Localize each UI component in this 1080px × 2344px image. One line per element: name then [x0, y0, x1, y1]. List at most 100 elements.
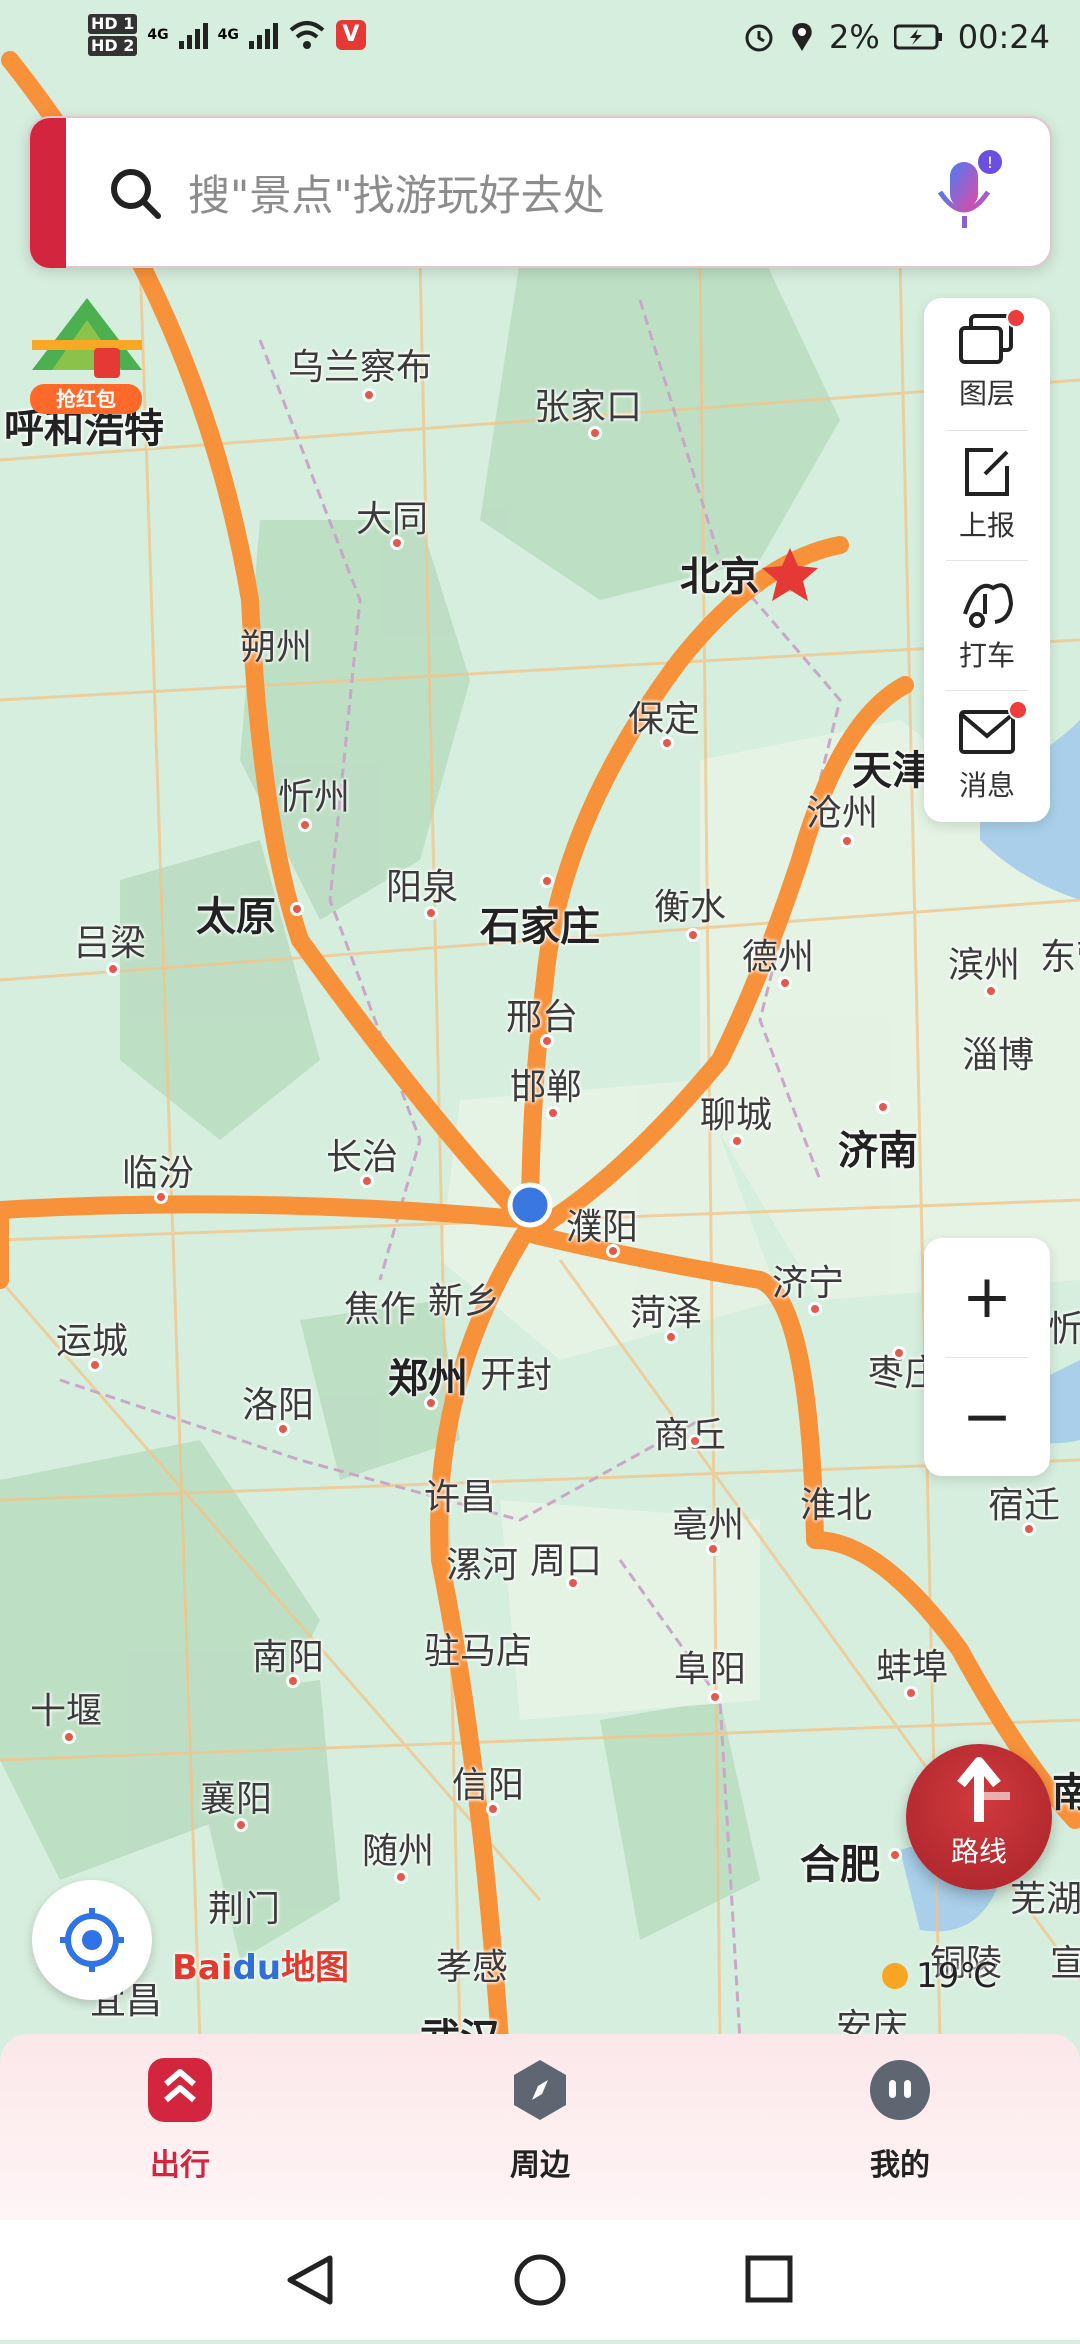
city-label[interactable]: 聊城 — [700, 1086, 772, 1138]
layers-button[interactable]: 图层 — [924, 298, 1050, 428]
status-bar: HD 1 HD 2 4G 4G V 2% 00:24 — [0, 0, 1080, 80]
city-label[interactable]: 邢台 — [506, 988, 578, 1040]
city-label[interactable]: 周口 — [530, 1532, 602, 1584]
nav-mine-label: 我的 — [870, 2148, 930, 2183]
zoom-out-button[interactable]: − — [924, 1358, 1050, 1476]
city-label[interactable]: 滨州 — [948, 936, 1020, 988]
city-label[interactable]: 濮阳 — [566, 1198, 638, 1250]
search-bar[interactable]: 搜"景点"找游玩好去处 ! — [28, 116, 1052, 268]
city-label[interactable]: 驻马店 — [424, 1622, 532, 1674]
location-icon — [792, 23, 812, 51]
city-label[interactable]: 襄阳 — [200, 1770, 272, 1822]
travel-icon — [148, 2058, 212, 2122]
city-dot — [362, 388, 376, 402]
city-label[interactable]: 临汾 — [122, 1144, 194, 1196]
city-label[interactable]: 新乡 — [428, 1272, 500, 1324]
city-label[interactable]: 十堰 — [30, 1682, 102, 1734]
city-dot — [566, 1576, 580, 1590]
city-label[interactable]: 阜阳 — [674, 1640, 746, 1692]
city-label[interactable]: 焦作 — [344, 1280, 416, 1332]
nav-mine[interactable]: 我的 — [800, 2058, 1000, 2184]
weather-widget[interactable]: 19℃ — [882, 1956, 997, 1996]
city-label[interactable]: 许昌 — [424, 1468, 496, 1520]
city-dot — [1022, 1522, 1036, 1536]
zoom-control: + − — [924, 1238, 1050, 1476]
city-label[interactable]: 吕梁 — [74, 914, 146, 966]
messages-button[interactable]: 消息 — [924, 690, 1050, 820]
taxi-button[interactable]: 打车 — [924, 560, 1050, 690]
red-packet-promo[interactable]: 抢红包 — [22, 290, 152, 420]
nav-travel-label: 出行 — [150, 2148, 210, 2183]
search-icon — [111, 169, 161, 219]
city-label[interactable]: 淮北 — [800, 1476, 872, 1528]
city-label[interactable]: 沧州 — [806, 784, 878, 836]
city-label[interactable]: 漯河 — [446, 1536, 518, 1588]
city-label[interactable]: 石家庄 — [480, 894, 600, 952]
city-label[interactable]: 保定 — [628, 690, 700, 742]
city-label[interactable]: 菏泽 — [630, 1284, 702, 1336]
city-dot — [276, 1422, 290, 1436]
city-dot — [298, 818, 312, 832]
city-label[interactable]: 亳州 — [672, 1496, 744, 1548]
city-label[interactable]: 芜湖 — [1010, 1870, 1080, 1922]
city-label[interactable]: 宣城 — [1050, 1934, 1080, 1986]
zoom-in-button[interactable]: + — [924, 1238, 1050, 1356]
city-dot — [424, 906, 438, 920]
battery-icon — [893, 24, 942, 50]
city-label[interactable]: 随州 — [362, 1822, 434, 1874]
city-label[interactable]: 长治 — [326, 1128, 398, 1180]
city-dot — [730, 1134, 744, 1148]
city-dot — [688, 1434, 702, 1448]
nav-travel[interactable]: 出行 — [80, 2058, 280, 2184]
city-label[interactable]: 济宁 — [772, 1254, 844, 1306]
city-label[interactable]: 东营 — [1040, 928, 1080, 980]
city-label[interactable]: 开封 — [480, 1346, 552, 1398]
city-label[interactable]: 商丘 — [654, 1406, 726, 1458]
city-label[interactable]: 济南 — [838, 1118, 918, 1176]
city-label[interactable]: 邯郸 — [510, 1058, 582, 1110]
city-label[interactable]: 孝感 — [436, 1938, 508, 1990]
report-button[interactable]: 上报 — [924, 430, 1050, 560]
route-label: 路线 — [950, 1835, 1007, 1868]
notification-dot — [1006, 308, 1026, 328]
city-label[interactable]: 乌兰察布 — [288, 338, 432, 390]
nav-nearby[interactable]: 周边 — [440, 2058, 640, 2184]
city-label[interactable]: 北京 — [680, 544, 760, 602]
search-input[interactable]: 搜"景点"找游玩好去处 — [188, 162, 605, 223]
city-label[interactable]: 张家口 — [534, 378, 642, 430]
my-location-button[interactable] — [32, 1880, 152, 2000]
city-label[interactable]: 忻州 — [278, 768, 350, 820]
city-dot — [286, 1674, 300, 1688]
city-label[interactable]: 蚌埠 — [876, 1638, 948, 1690]
city-dot — [606, 1244, 620, 1258]
city-label[interactable]: 德州 — [742, 928, 814, 980]
city-label[interactable]: 南阳 — [252, 1628, 324, 1680]
city-label[interactable]: 荆门 — [208, 1880, 280, 1932]
route-button[interactable]: 路线 — [906, 1744, 1052, 1890]
city-label[interactable]: 朔州 — [240, 618, 312, 670]
taxi-label: 打车 — [958, 639, 1015, 672]
city-dot — [984, 984, 998, 998]
city-label[interactable]: 淄博 — [962, 1026, 1034, 1078]
city-label[interactable]: 运城 — [56, 1312, 128, 1364]
taxi-icon — [963, 583, 1014, 628]
city-dot — [394, 1870, 408, 1884]
city-label[interactable]: 宿迁 — [988, 1476, 1060, 1528]
city-label[interactable]: 南京 — [1052, 1760, 1080, 1818]
svg-text:!: ! — [987, 153, 993, 172]
city-dot — [486, 1802, 500, 1816]
city-label[interactable]: 洛阳 — [242, 1376, 314, 1428]
city-label[interactable]: 太原 — [196, 884, 276, 942]
city-label[interactable]: 衡水 — [654, 878, 726, 930]
voice-mic-icon[interactable]: ! — [928, 148, 1008, 238]
city-dot — [706, 1542, 720, 1556]
zongzi-icon — [32, 298, 142, 378]
city-label[interactable]: 合肥 — [800, 1832, 880, 1890]
city-label[interactable]: 阳泉 — [386, 858, 458, 910]
app-notification-icon: V — [335, 20, 366, 50]
sun-icon — [882, 1963, 908, 1989]
city-label[interactable]: 信阳 — [452, 1756, 524, 1808]
city-label[interactable]: 大同 — [356, 490, 428, 542]
logo-du: du — [232, 1948, 282, 1988]
city-label[interactable]: 忻 — [1048, 1300, 1080, 1352]
